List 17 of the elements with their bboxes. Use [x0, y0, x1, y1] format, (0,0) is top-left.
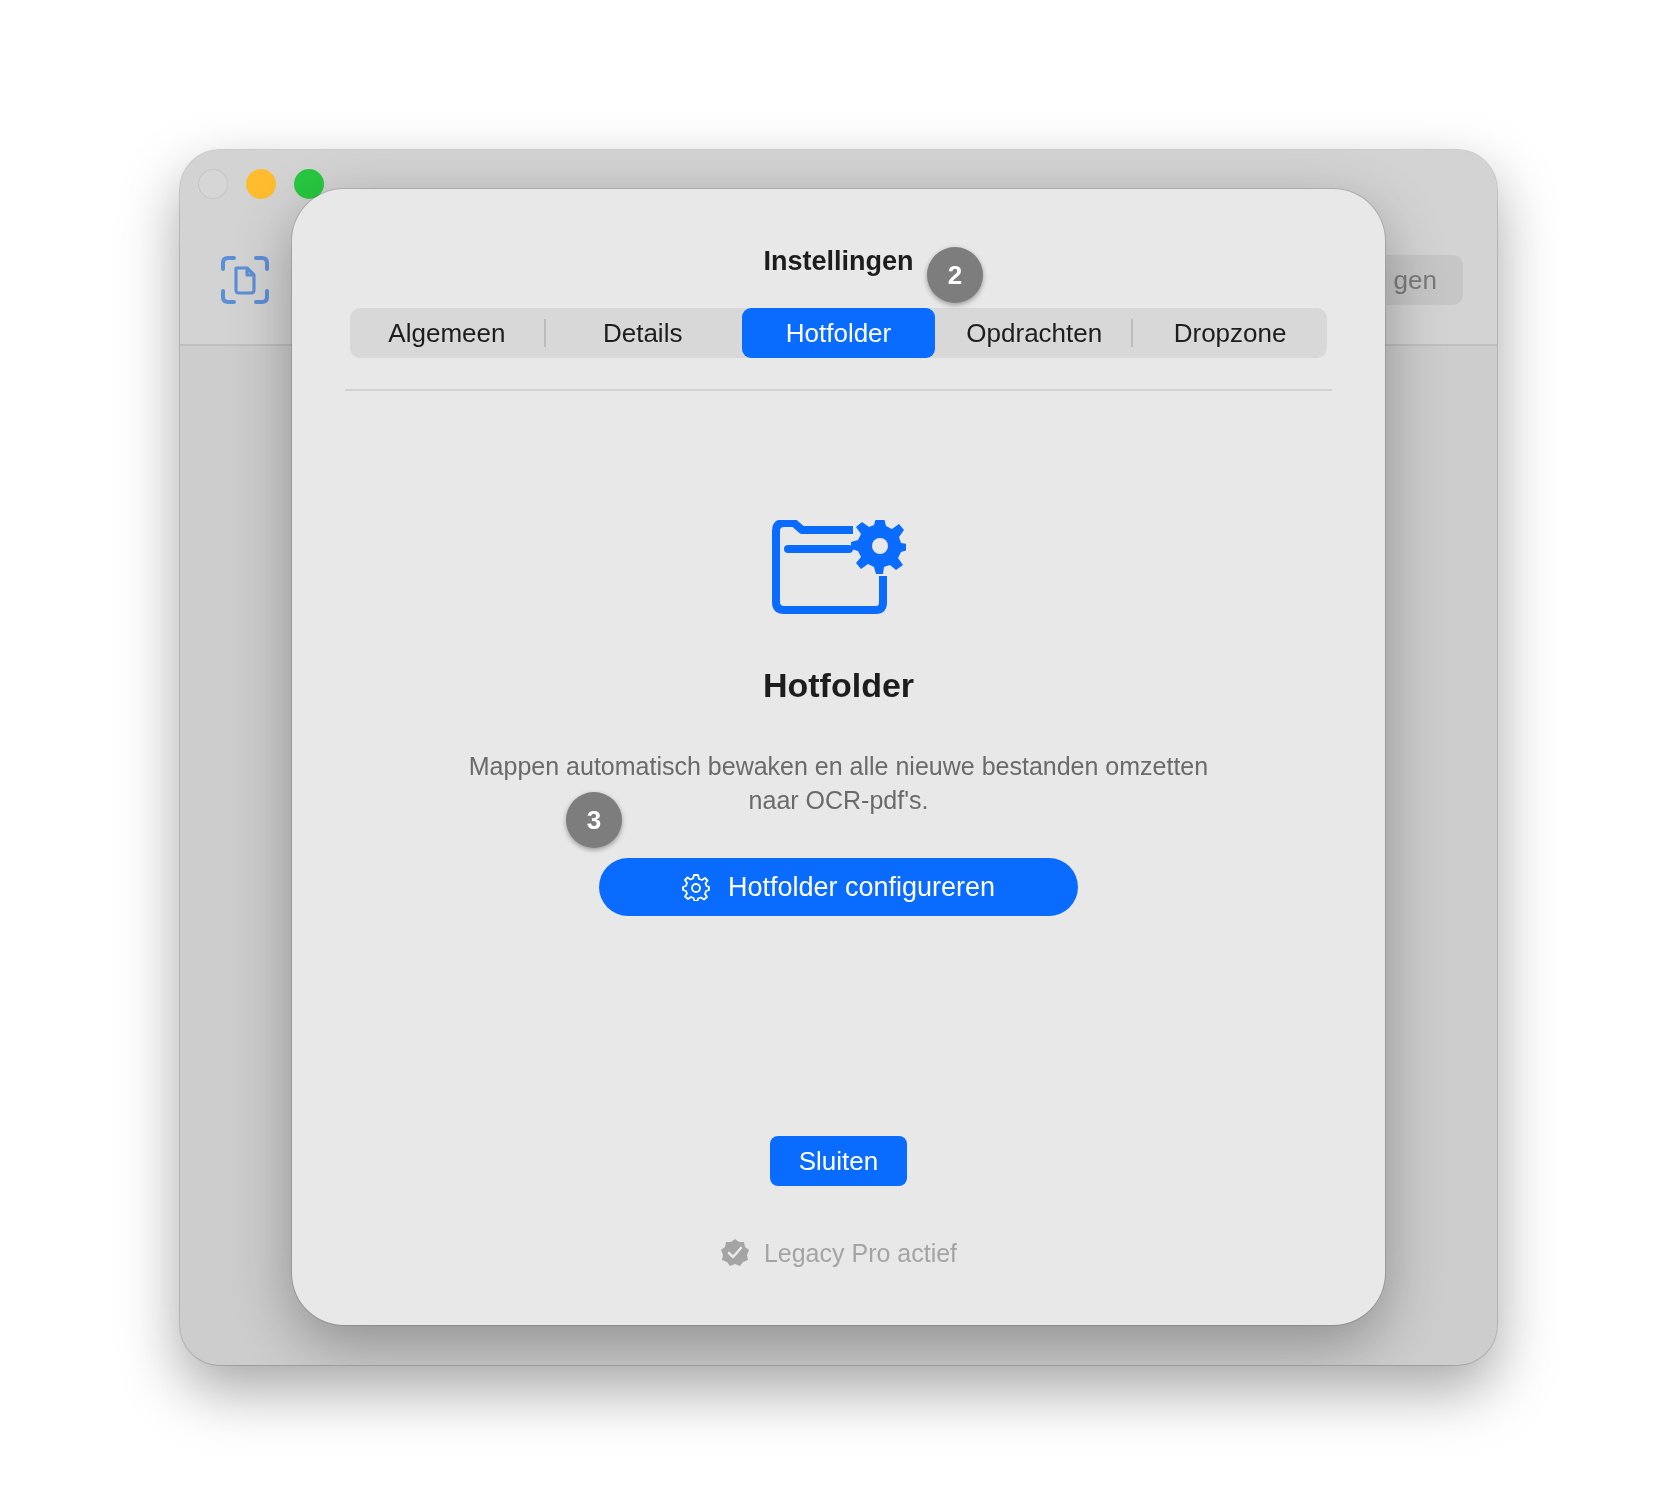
verified-badge-icon — [719, 1238, 750, 1268]
tab[interactable]: Details — [545, 308, 740, 358]
step-badge: 2 — [927, 247, 983, 303]
settings-icon — [681, 873, 710, 901]
zoom-button[interactable] — [294, 169, 324, 199]
license-status: Legacy Pro actief — [763, 1238, 958, 1268]
tab[interactable]: Opdrachten — [937, 308, 1132, 358]
tab[interactable]: Dropzone — [1133, 308, 1327, 358]
tab[interactable]: Hotfolder — [741, 308, 936, 358]
minimize-button[interactable] — [246, 169, 276, 199]
document-scan-icon[interactable] — [220, 255, 270, 305]
close-button[interactable]: Sluiten — [770, 1136, 907, 1186]
sheet-title: Instellingen — [763, 245, 914, 277]
section-heading: Hotfolder — [762, 665, 915, 705]
tab[interactable]: Algemeen — [350, 308, 544, 358]
configure-button[interactable]: Hotfolder configureren — [599, 858, 1078, 916]
folder-gear-icon — [771, 520, 906, 614]
